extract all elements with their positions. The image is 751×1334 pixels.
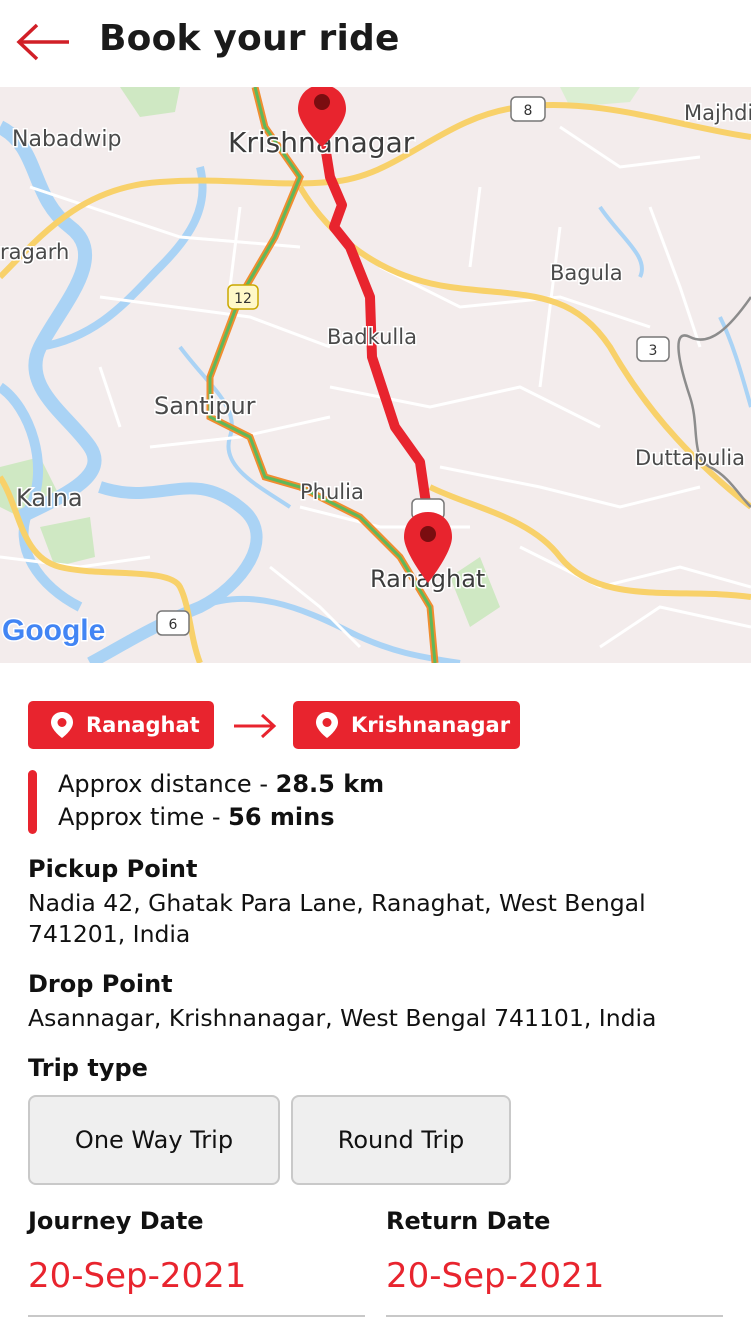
trip-estimate: Approx distance - 28.5 km Approx time - … [28, 768, 728, 834]
drop-address: Asannagar, Krishnanagar, West Bengal 741… [28, 1004, 657, 1032]
svg-text:12: 12 [234, 291, 252, 307]
svg-text:8: 8 [524, 103, 533, 119]
map-canvas: 8 12 3 6 Nabadwip Krishnanagar Majhdia r… [0, 87, 751, 663]
map-label: Kalna [16, 484, 83, 512]
map-label: Duttapulia [635, 446, 745, 470]
location-pin-icon [316, 712, 338, 738]
return-date-field[interactable]: 20-Sep-2021 [386, 1256, 604, 1296]
destination-chip[interactable]: Krishnanagar [293, 701, 520, 749]
google-attribution: Google [2, 614, 105, 647]
map-label: Majhdia [684, 101, 751, 125]
journey-date-field[interactable]: 20-Sep-2021 [28, 1256, 246, 1296]
map-label: Phulia [300, 480, 364, 504]
origin-chip[interactable]: Ranaghat [28, 701, 214, 749]
drop-label: Drop Point [28, 970, 173, 998]
pickup-address: Nadia 42, Ghatak Para Lane, Ranaghat, We… [28, 889, 646, 948]
arrow-left-icon [16, 23, 69, 61]
time-text: Approx time - 56 mins [58, 803, 335, 831]
origin-label: Ranaghat [86, 713, 200, 737]
one-way-trip-button[interactable]: One Way Trip [28, 1095, 280, 1185]
back-button[interactable] [14, 20, 74, 64]
arrow-right-icon [234, 713, 277, 739]
route-map[interactable]: 8 12 3 6 Nabadwip Krishnanagar Majhdia r… [0, 87, 751, 663]
map-label: Santipur [154, 392, 256, 420]
return-date-underline [386, 1315, 723, 1317]
location-pin-icon [51, 712, 73, 738]
time-value: 56 mins [228, 803, 335, 831]
distance-value: 28.5 km [275, 770, 385, 798]
estimate-bar [28, 770, 37, 834]
svg-text:6: 6 [169, 617, 178, 633]
map-label: Bagula [550, 261, 623, 285]
page-title: Book your ride [99, 18, 400, 59]
trip-type-label: Trip type [28, 1054, 148, 1082]
map-label: Nabadwip [12, 127, 121, 152]
map-label: Badkulla [327, 325, 417, 349]
pickup-label: Pickup Point [28, 855, 198, 883]
map-label: ragarh [0, 240, 69, 264]
round-trip-button[interactable]: Round Trip [291, 1095, 511, 1185]
distance-text: Approx distance - 28.5 km [58, 770, 385, 798]
destination-label: Krishnanagar [351, 713, 511, 737]
journey-date-label: Journey Date [28, 1207, 204, 1235]
svg-text:3: 3 [649, 343, 658, 359]
return-date-label: Return Date [386, 1207, 551, 1235]
journey-date-underline [28, 1315, 365, 1317]
app-header: Book your ride [0, 0, 751, 86]
